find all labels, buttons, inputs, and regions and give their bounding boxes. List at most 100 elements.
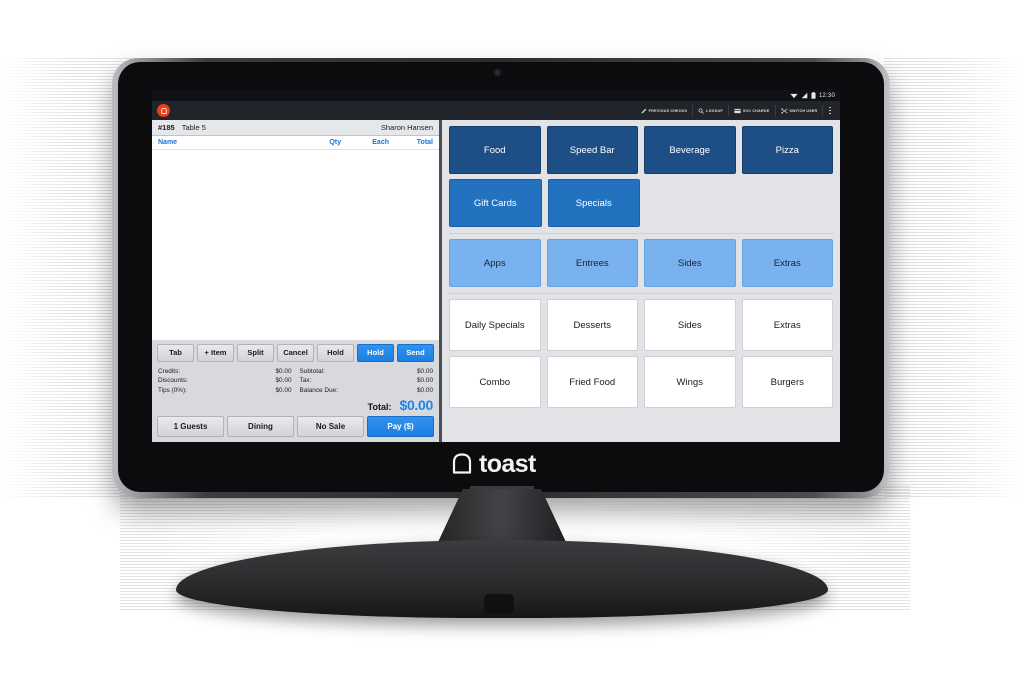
balance-due-value: $0.00 [417, 386, 433, 394]
menu-tile-apps[interactable]: Apps [449, 239, 541, 287]
check-items-list[interactable] [152, 150, 439, 340]
no-sale-button[interactable]: No Sale [297, 416, 364, 437]
guest-count-button[interactable]: 1 Guests [157, 416, 224, 437]
check-table-label: Table 5 [181, 123, 206, 132]
balance-due-line: Balance Due: $0.00 [300, 386, 434, 396]
toast-brand-logo: toast [450, 450, 536, 478]
subtotal-label: Subtotal: [299, 367, 325, 375]
menu-tile-sides-2[interactable]: Sides [644, 299, 736, 351]
toast-app-icon[interactable] [157, 104, 170, 117]
menu-group-divider-1 [449, 233, 833, 234]
column-header-qty: Qty [329, 139, 341, 146]
menu-tile-entrees[interactable]: Entrees [546, 239, 638, 287]
app-action-bar: PREVIOUS CHECKS LOOKUP SVC CHARGE SWITCH… [152, 101, 840, 120]
menu-tile-wings[interactable]: Wings [644, 356, 736, 408]
menu-tile-empty-1 [646, 179, 737, 227]
credits-line: Credits: $0.00 [158, 367, 292, 377]
check-panel: #185 Table 5 Sharon Hansen Name Qty Each… [152, 120, 442, 442]
menu-tile-fried-food[interactable]: Fried Food [546, 356, 638, 408]
svc-charge-button[interactable]: SVC CHARGE [729, 105, 776, 116]
battery-icon [811, 92, 816, 99]
menu-tile-desserts[interactable]: Desserts [546, 299, 638, 351]
menu-panel: Food Speed Bar Beverage Pizza Gift Cards… [442, 120, 840, 442]
toast-wordmark: toast [479, 449, 536, 478]
credits-value: $0.00 [275, 367, 292, 375]
kebab-menu-icon[interactable] [823, 106, 836, 115]
menu-tile-daily-specials[interactable]: Daily Specials [449, 299, 541, 351]
tips-value: $0.00 [275, 386, 292, 394]
tax-label: Tax: [299, 377, 312, 384]
previous-checks-label: PREVIOUS CHECKS [648, 108, 688, 113]
check-bottom-row: 1 Guests Dining No Sale Pay ($) [152, 416, 439, 442]
stand-base-notch [484, 594, 514, 614]
menu-tile-beverage[interactable]: Beverage [644, 126, 736, 174]
totals-right-column: Subtotal: $0.00 Tax: $0.00 Balance Due: … [300, 367, 434, 396]
add-item-button[interactable]: + Item [197, 343, 234, 362]
menu-group-divider-2 [449, 293, 833, 294]
menu-tile-combo[interactable]: Combo [449, 356, 541, 408]
grand-total-label: Total: [367, 402, 392, 412]
column-header-each: Each [372, 139, 389, 146]
lookup-button[interactable]: LOOKUP [693, 105, 730, 116]
grand-total-value: $0.00 [399, 397, 433, 413]
search-icon [698, 108, 704, 114]
menu-tile-sides[interactable]: Sides [644, 239, 736, 287]
toast-app-bread-icon [160, 107, 167, 114]
check-header: #185 Table 5 Sharon Hansen [152, 120, 439, 136]
cancel-button[interactable]: Cancel [277, 343, 314, 362]
lookup-label: LOOKUP [706, 108, 724, 113]
tab-button[interactable]: Tab [157, 343, 194, 362]
menu-group-primary-row1: Food Speed Bar Beverage Pizza [449, 126, 833, 174]
balance-due-label: Balance Due: [299, 386, 338, 394]
cell-signal-icon [801, 92, 808, 99]
column-header-name: Name [158, 139, 178, 146]
svc-charge-label: SVC CHARGE [743, 108, 770, 113]
android-status-bar: 12:30 [152, 90, 840, 101]
menu-tile-food[interactable]: Food [449, 126, 541, 174]
pos-screen: 12:30 PREVIOUS CHECKS LOOKUP SVC CHARGE … [152, 90, 840, 442]
menu-tile-pizza[interactable]: Pizza [741, 126, 833, 174]
menu-tile-extras[interactable]: Extras [741, 239, 833, 287]
tax-value: $0.00 [417, 377, 433, 384]
check-number: #185 [158, 123, 175, 132]
toast-bread-logo-icon [452, 453, 472, 474]
previous-checks-button[interactable]: PREVIOUS CHECKS [636, 105, 694, 116]
subtotal-value: $0.00 [417, 367, 433, 375]
hold-button[interactable]: Hold [317, 343, 354, 362]
menu-tile-specials[interactable]: Specials [547, 179, 640, 227]
check-column-headers: Name Qty Each Total [152, 136, 439, 150]
check-action-row: Tab + Item Split Cancel Hold Hold Send [152, 339, 439, 365]
app-action-buttons: PREVIOUS CHECKS LOOKUP SVC CHARGE SWITCH… [636, 105, 836, 116]
switch-user-button[interactable]: SWITCH USER [776, 105, 824, 116]
status-clock: 12:30 [818, 92, 835, 99]
wifi-icon [790, 93, 798, 99]
dining-option-button[interactable]: Dining [227, 416, 294, 437]
grand-total-row: Total: $0.00 [152, 397, 439, 416]
check-server-name: Sharon Hansen [380, 123, 433, 132]
check-totals: Credits: $0.00 Discounts: $0.00 Tips (0%… [152, 364, 439, 397]
card-swipe-icon [734, 108, 741, 114]
menu-group-items-row2: Combo Fried Food Wings Burgers [449, 356, 833, 408]
menu-tile-speed-bar[interactable]: Speed Bar [546, 126, 638, 174]
switch-user-icon [780, 107, 788, 114]
credits-label: Credits: [158, 367, 181, 375]
split-button[interactable]: Split [237, 343, 274, 362]
totals-left-column: Credits: $0.00 Discounts: $0.00 Tips (0%… [158, 367, 292, 396]
discounts-line: Discounts: $0.00 [158, 376, 292, 386]
menu-tile-burgers[interactable]: Burgers [741, 356, 833, 408]
menu-tile-extras-2[interactable]: Extras [741, 299, 833, 351]
tips-line: Tips (0%): $0.00 [158, 386, 292, 396]
menu-group-primary-row2: Gift Cards Specials [449, 179, 833, 227]
hold-active-button[interactable]: Hold [357, 343, 394, 362]
tips-label: Tips (0%): [158, 386, 187, 394]
pay-button[interactable]: Pay ($) [367, 416, 434, 437]
menu-tile-gift-cards[interactable]: Gift Cards [449, 179, 542, 227]
column-header-total: Total [416, 139, 433, 146]
screenshot-stage: toast 12:30 PREVIOUS CHECKS LOOKUP SVC C… [0, 0, 1024, 678]
discounts-value: $0.00 [275, 377, 292, 384]
send-button[interactable]: Send [397, 343, 434, 362]
tax-line: Tax: $0.00 [300, 376, 434, 386]
switch-user-label: SWITCH USER [789, 108, 818, 113]
menu-tile-empty-2 [743, 179, 834, 227]
discounts-label: Discounts: [158, 377, 188, 384]
